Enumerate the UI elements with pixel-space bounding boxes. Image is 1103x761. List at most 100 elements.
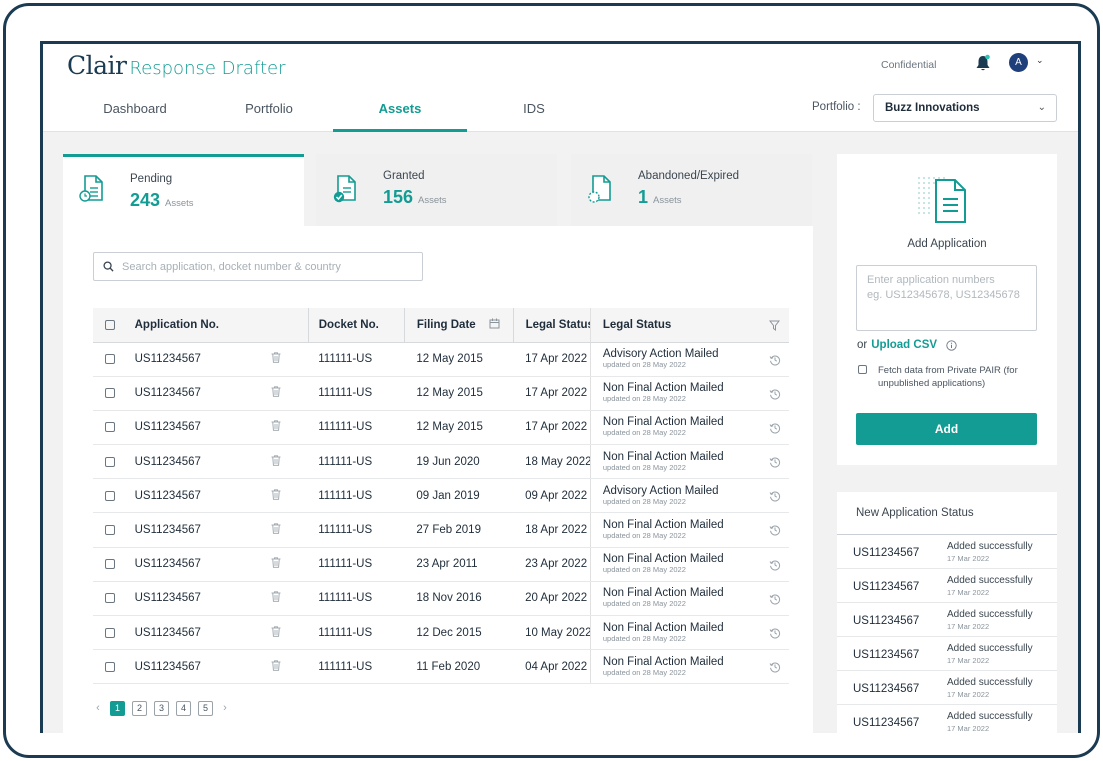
cell-application[interactable]: US11234567 [130, 512, 271, 548]
header-application[interactable]: Application No. [130, 308, 271, 343]
bell-icon[interactable] [975, 54, 991, 72]
tab-ids[interactable]: IDS [519, 96, 549, 132]
cell-legal-status: Non Final Action Mailed updated on 28 May… [589, 376, 789, 411]
private-pair-checkbox[interactable] [858, 365, 867, 374]
filter-icon[interactable] [769, 320, 780, 331]
row-checkbox[interactable] [105, 456, 115, 467]
table-row[interactable]: US11234567 111111-US 18 Nov 2016 20 Apr 202… [93, 581, 789, 617]
list-item[interactable]: US11234567 Added successfully 17 Mar 2022 [837, 569, 1057, 603]
trash-icon[interactable] [271, 625, 281, 637]
trash-icon[interactable] [271, 660, 281, 671]
header-docket[interactable]: Docket No. [307, 308, 405, 343]
select-all-checkbox[interactable] [105, 319, 115, 330]
row-checkbox[interactable] [105, 661, 115, 672]
trash-icon[interactable] [271, 591, 281, 603]
cell-application[interactable]: US11234567 [130, 410, 271, 446]
cell-application[interactable]: US11234567 [130, 478, 271, 514]
cell-legal-status: Advisory Action Mailed updated on 28 May … [589, 478, 789, 514]
portfolio-select[interactable]: Buzz Innovations ⌄ [873, 94, 1057, 122]
add-button[interactable]: Add [856, 413, 1037, 445]
history-icon[interactable] [769, 422, 781, 434]
page-3[interactable]: 3 [154, 700, 169, 716]
row-checkbox[interactable] [105, 490, 115, 501]
row-checkbox-cell [93, 410, 131, 446]
trash-icon[interactable] [271, 455, 281, 466]
page-4[interactable]: 4 [176, 700, 191, 716]
table-row[interactable]: US11234567 111111-US 12 May 2015 17 Apr 202… [93, 376, 789, 411]
card-abandoned[interactable]: Abandoned/Expired 1 Assets [571, 154, 812, 226]
cell-application[interactable]: US11234567 [130, 649, 271, 685]
row-checkbox[interactable] [105, 525, 115, 535]
cell-application[interactable]: US11234567 [130, 615, 271, 651]
page-5[interactable]: 5 [198, 700, 213, 716]
avatar[interactable]: A [1009, 53, 1028, 72]
brand-logo[interactable]: Clair Response Drafter [67, 51, 286, 80]
history-icon[interactable] [769, 388, 781, 400]
header-legal-status[interactable]: Legal Status [512, 308, 591, 343]
list-item[interactable]: US11234567 Added successfully 17 Mar 2022 [837, 637, 1057, 671]
trash-icon[interactable] [271, 352, 281, 363]
row-checkbox[interactable] [105, 593, 115, 604]
history-icon[interactable] [769, 524, 781, 536]
trash-icon[interactable] [271, 489, 281, 500]
tab-portfolio[interactable]: Portfolio [236, 96, 302, 132]
history-icon[interactable] [769, 627, 781, 639]
list-item[interactable]: US11234567 Added successfully 17 Mar 2022 [837, 671, 1057, 705]
history-icon[interactable] [769, 661, 781, 673]
cell-filing-date: 12 May 2015 [404, 410, 514, 446]
search-input[interactable] [122, 253, 417, 280]
new-status-date: 17 Mar 2022 [947, 554, 990, 563]
cell-docket: 111111-US [308, 649, 405, 685]
card-granted[interactable]: Granted 156 Assets [316, 154, 557, 226]
trash-icon[interactable] [271, 557, 281, 568]
list-item[interactable]: US11234567 Added successfully 17 Mar 2022 [837, 535, 1057, 569]
page-2[interactable]: 2 [132, 700, 147, 716]
trash-icon[interactable] [271, 523, 281, 534]
header-filing[interactable]: Filing Date [403, 308, 514, 343]
history-icon[interactable] [769, 456, 781, 468]
row-checkbox[interactable] [105, 422, 115, 433]
table-row[interactable]: US11234567 111111-US 12 Dec 2015 10 May 202… [93, 615, 789, 651]
header-legal-status-sticky[interactable]: Legal Status [589, 308, 789, 343]
legal-status-text: Non Final Action Mailed [602, 621, 724, 634]
trash-icon[interactable] [271, 386, 281, 398]
new-status-application: US11234567 [853, 615, 920, 627]
table-row[interactable]: US11234567 111111-US 11 Feb 2020 04 Apr 202… [93, 649, 789, 685]
row-checkbox[interactable] [105, 388, 115, 399]
cell-application[interactable]: US11234567 [130, 581, 271, 617]
table-row[interactable]: US11234567 111111-US 23 Apr 2011 23 Apr 202… [93, 547, 789, 582]
cell-application[interactable]: US11234567 [130, 342, 271, 377]
table-row[interactable]: US11234567 111111-US 09 Jan 2019 09 Apr 202… [93, 478, 789, 514]
page-1[interactable]: 1 [110, 700, 125, 716]
row-checkbox[interactable] [105, 627, 115, 638]
cell-application[interactable]: US11234567 [130, 547, 271, 582]
history-icon[interactable] [769, 354, 781, 366]
table-row[interactable]: US11234567 111111-US 12 May 2015 17 Apr 202… [93, 410, 789, 446]
chevron-left-icon[interactable]: ‹ [93, 702, 103, 714]
tab-assets[interactable]: Assets [333, 96, 467, 132]
private-pair-option[interactable]: Fetch data from Private PAIR (for unpubl… [857, 364, 1042, 390]
upload-csv-link[interactable]: Upload CSV [871, 339, 937, 351]
new-status-date: 17 Mar 2022 [947, 690, 990, 699]
history-icon[interactable] [769, 490, 781, 502]
info-icon[interactable] [946, 339, 957, 351]
card-pending[interactable]: Pending 243 Assets [63, 154, 304, 226]
table-row[interactable]: US11234567 111111-US 27 Feb 2019 18 Apr 202… [93, 512, 789, 548]
chevron-right-icon[interactable]: › [220, 702, 230, 714]
table-row[interactable]: US11234567 111111-US 19 Jun 2020 18 May 202… [93, 444, 789, 480]
application-numbers-input[interactable] [856, 265, 1037, 331]
calendar-icon[interactable] [489, 318, 500, 329]
card-count: 243 Assets [130, 190, 194, 211]
row-checkbox[interactable] [105, 354, 115, 365]
chevron-down-icon[interactable]: ⌄ [1036, 55, 1044, 66]
history-icon[interactable] [769, 593, 781, 605]
cell-application[interactable]: US11234567 [130, 444, 271, 480]
list-item[interactable]: US11234567 Added successfully 17 Mar 2022 [837, 705, 1057, 733]
trash-icon[interactable] [271, 420, 281, 432]
table-row[interactable]: US11234567 111111-US 12 May 2015 17 Apr 202… [93, 342, 789, 377]
cell-application[interactable]: US11234567 [130, 376, 271, 411]
history-icon[interactable] [769, 559, 781, 571]
list-item[interactable]: US11234567 Added successfully 17 Mar 2022 [837, 603, 1057, 637]
tab-dashboard[interactable]: Dashboard [100, 96, 170, 132]
row-checkbox[interactable] [105, 559, 115, 570]
